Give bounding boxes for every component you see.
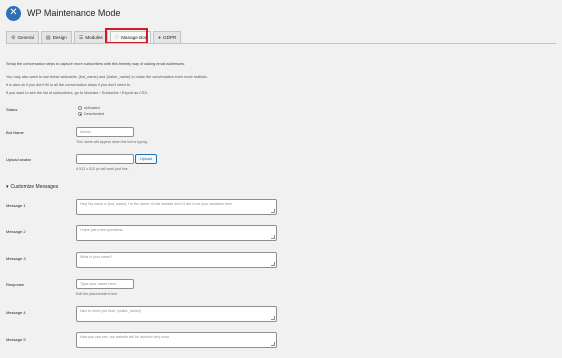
message-2-textarea[interactable]: I have just a few questions. [76, 225, 277, 241]
plugin-header: ✕ WP Maintenance Mode [6, 4, 120, 22]
status-deactivated-radio[interactable]: Deactivated [78, 112, 104, 116]
message-1-textarea[interactable]: Hey! My name is {bot_name}, I'm the owne… [76, 199, 277, 215]
tab-gdpr[interactable]: ● GDPR [153, 31, 182, 43]
response-input[interactable]: Type your name here... [76, 279, 134, 289]
bot-name-label: Bot Name [6, 130, 24, 135]
message-2-text: I have just a few questions. [80, 228, 124, 232]
avatar-label: Upload avatar [6, 157, 31, 162]
resize-grip-icon[interactable] [271, 316, 275, 320]
customize-messages-toggle[interactable]: ▾ Customize Messages [6, 184, 58, 190]
resize-grip-icon[interactable] [271, 262, 275, 266]
tabs-divider [6, 43, 556, 44]
settings-tabs: ⚙ General ▤ Design ☰ Modules ♡ Manage Bo… [6, 31, 182, 43]
radio-label: Deactivated [84, 112, 105, 116]
resize-grip-icon[interactable] [271, 342, 275, 346]
intro-text: Setup the conversation steps to capture … [6, 60, 208, 97]
message-1-text: Hey! My name is {bot_name}, I'm the owne… [80, 202, 233, 206]
message-1-label: Message 1 [6, 203, 26, 208]
message-3-textarea[interactable]: What is your name? [76, 252, 277, 268]
bot-name-help: This name will appear when the bot is ty… [76, 140, 148, 144]
tab-modules[interactable]: ☰ Modules [73, 31, 108, 43]
status-label: Status [6, 107, 18, 112]
tab-label: General [17, 35, 34, 40]
list-icon: ☰ [78, 34, 84, 41]
lock-icon: ● [158, 34, 162, 41]
radio-button[interactable] [78, 106, 82, 110]
tab-label: Design [52, 35, 67, 40]
tab-highlight-box [105, 28, 148, 44]
bot-name-input[interactable]: Admin [76, 127, 134, 137]
radio-button[interactable] [78, 112, 82, 116]
tab-general[interactable]: ⚙ General [6, 31, 39, 43]
section-title: Customize Messages [10, 184, 59, 190]
tab-label: Modules [85, 35, 103, 40]
message-5-label: Message 5 [6, 337, 26, 342]
paintbrush-icon: ▤ [45, 34, 51, 41]
intro-line-2: It is also ok if you don't fill in all t… [6, 83, 131, 87]
avatar-url-input[interactable] [76, 154, 134, 164]
page-title: WP Maintenance Mode [27, 8, 121, 18]
status-activated-radio[interactable]: Activated [78, 106, 100, 110]
response-help: Edit the placeholder's text [76, 292, 118, 296]
message-4-text: Nice to meet you here, {visitor_name}! [80, 309, 141, 313]
intro-heading: Setup the conversation steps to capture … [6, 62, 185, 66]
resize-grip-icon[interactable] [271, 235, 275, 239]
message-5-text: How you can see, our website will be lau… [80, 335, 171, 339]
tab-label: GDPR [163, 35, 177, 40]
message-5-textarea[interactable]: How you can see, our website will be lau… [76, 332, 277, 348]
message-3-text: What is your name? [80, 255, 112, 259]
message-4-textarea[interactable]: Nice to meet you here, {visitor_name}! [76, 306, 277, 322]
upload-button[interactable]: Upload [135, 154, 157, 164]
chevron-down-icon: ▾ [6, 184, 9, 190]
resize-grip-icon[interactable] [271, 209, 275, 213]
response-label: Response [6, 282, 25, 287]
response-placeholder: Type your name here... [80, 282, 120, 286]
avatar-help: A 512 x 512 px will work just fine. [76, 167, 129, 171]
intro-line-1: You may also want to use these wildcards… [6, 75, 208, 79]
tab-design[interactable]: ▤ Design [40, 31, 72, 43]
message-2-label: Message 2 [6, 229, 26, 234]
radio-label: Activated [84, 106, 100, 110]
wrench-screwdriver-icon: ✕ [6, 5, 21, 21]
intro-line-3: If you want to see the list of subscribe… [6, 91, 148, 95]
bot-name-value: Admin [80, 130, 91, 134]
message-4-label: Message 4 [6, 310, 26, 315]
message-3-label: Message 3 [6, 256, 26, 261]
gear-icon: ⚙ [11, 34, 16, 41]
